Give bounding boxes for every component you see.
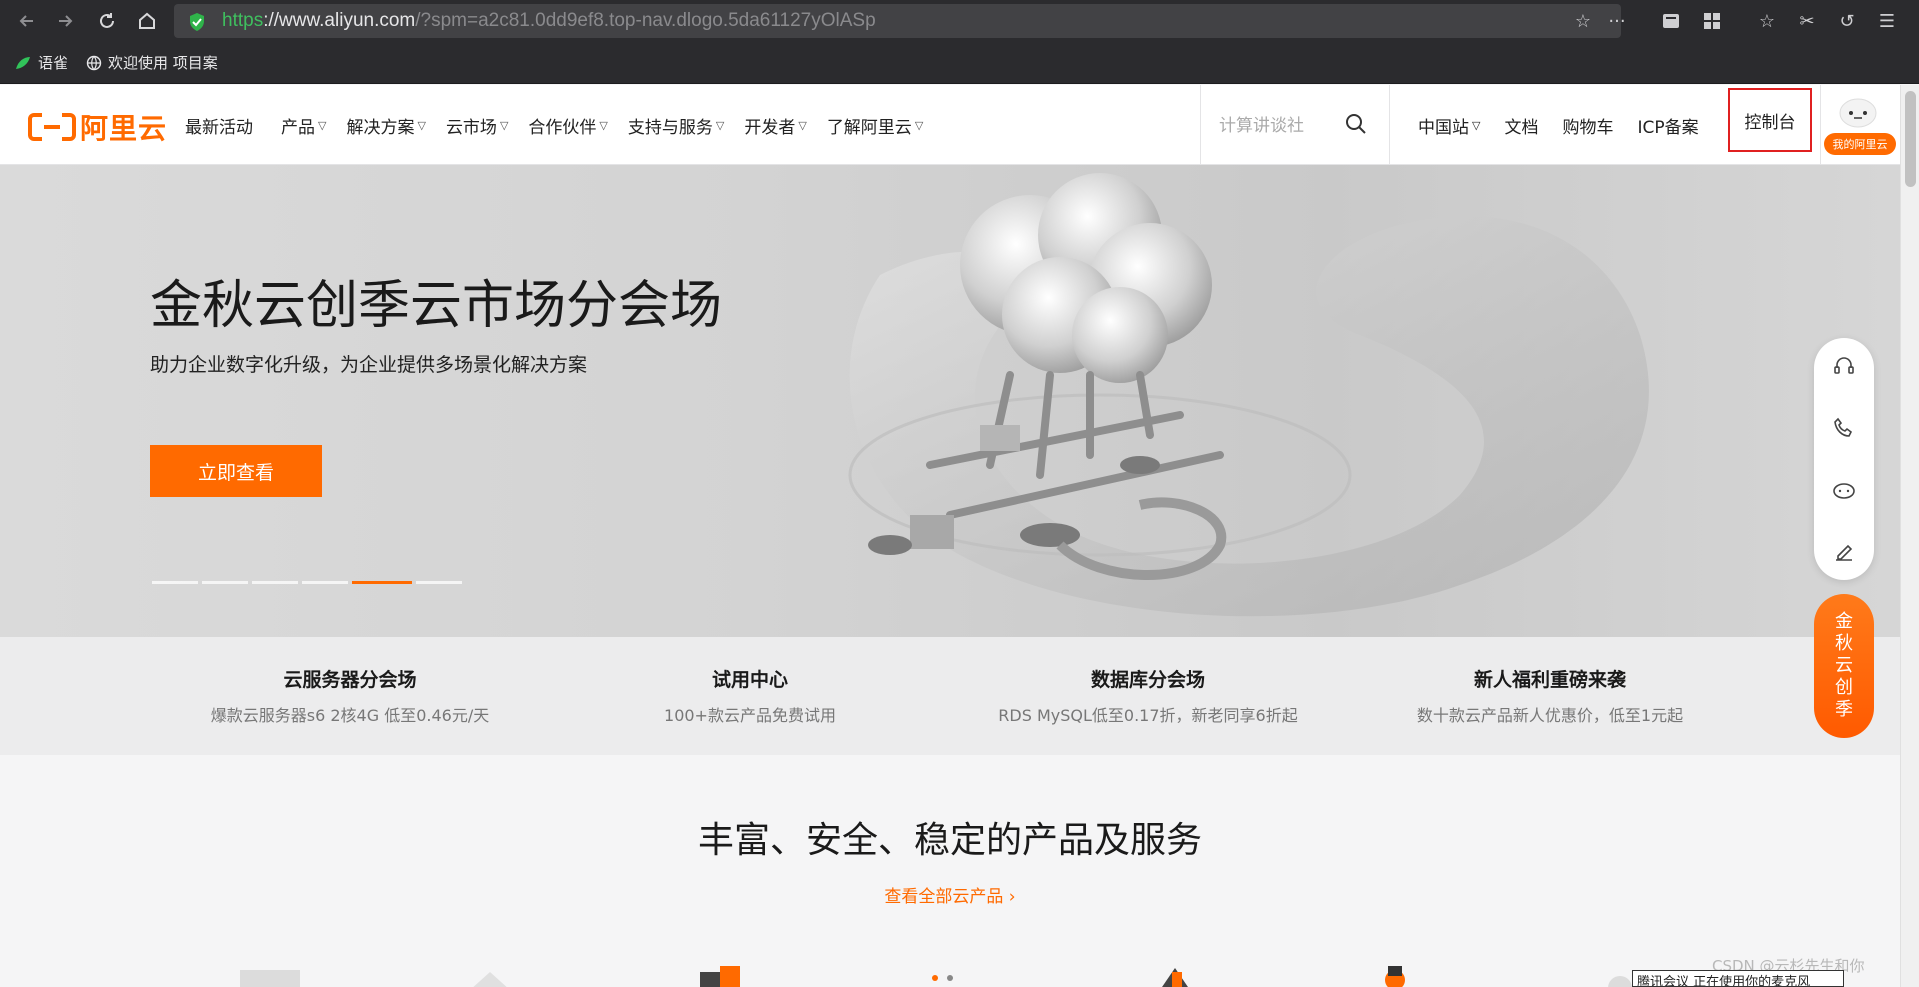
apps-grid-icon[interactable]	[1697, 6, 1727, 36]
chevron-down-icon: ▽	[798, 119, 807, 132]
autumn-promo-float[interactable]: 金 秋 云 创 季	[1814, 594, 1874, 738]
nav-about[interactable]: 了解阿里云 ▽	[827, 113, 923, 138]
url-text: https://www.aliyun.com/?spm=a2c81.0dd9ef…	[222, 10, 876, 31]
carousel-dot[interactable]	[302, 581, 348, 584]
nav-products[interactable]: 产品 ▽	[281, 113, 326, 138]
see-all-products-link[interactable]: 查看全部云产品 ›	[0, 882, 1900, 907]
chevron-down-icon: ▽	[1472, 119, 1481, 132]
products-section: 丰富、安全、稳定的产品及服务 查看全部云产品 ›	[0, 755, 1900, 987]
page-scrollbar[interactable]	[1900, 85, 1919, 987]
chevron-down-icon: ▽	[417, 119, 426, 132]
chevron-down-icon: ▽	[599, 119, 608, 132]
chevron-down-icon: ▽	[499, 119, 509, 132]
secure-shield-icon	[190, 13, 204, 31]
hero-title: 金秋云创季云市场分会场	[150, 276, 723, 336]
console-link[interactable]: 控制台	[1728, 88, 1812, 152]
bookmarks-bar: 语雀 欢迎使用 项目案	[0, 42, 1919, 84]
logo-text: 阿里云	[80, 112, 168, 145]
globe-icon	[86, 55, 102, 70]
promo-newcomer[interactable]: 新人福利重磅来袭 数十款云产品新人优惠价，低至1元起	[1390, 665, 1710, 726]
site-header: 阿里云 最新活动 产品 ▽ 解决方案 ▽ 云市场 ▽ 合作伙伴 ▽ 支持与服务 ▽ 开发者…	[0, 85, 1900, 165]
headset-icon[interactable]	[1832, 354, 1856, 378]
nav-cart[interactable]: 购物车	[1562, 113, 1613, 138]
promo-ecs[interactable]: 云服务器分会场 爆款云服务器s6 2核4G 低至0.46元/天	[190, 665, 510, 726]
carousel-indicators	[152, 581, 462, 584]
mic-usage-toast: 腾讯会议 正在使用你的麦克风	[1632, 970, 1844, 987]
hero-cloud-illustration	[848, 173, 1649, 617]
nav-docs[interactable]: 文档	[1504, 113, 1538, 138]
search-input[interactable]: 计算讲谈社	[1219, 111, 1304, 136]
nav-latest[interactable]: 最新活动	[185, 113, 253, 138]
header-divider	[1820, 85, 1821, 165]
hero-subtitle: 助力企业数字化升级，为企业提供多场景化解决方案	[150, 354, 588, 376]
bookmark-yuque[interactable]: 语雀	[14, 52, 68, 73]
nav-developer[interactable]: 开发者 ▽	[744, 113, 806, 138]
phone-icon[interactable]	[1832, 416, 1856, 440]
undo-icon[interactable]: ↺	[1832, 6, 1862, 36]
aliyun-logo[interactable]: 阿里云	[28, 107, 167, 147]
floating-toolbar	[1814, 338, 1874, 580]
aliyun-logo-icon	[28, 113, 76, 141]
search-box[interactable]: 计算讲谈社	[1200, 85, 1390, 165]
carousel-dot-active[interactable]	[352, 581, 412, 584]
nav-china-site[interactable]: 中国站 ▽	[1418, 113, 1480, 138]
carousel-dot[interactable]	[416, 581, 462, 584]
scissors-icon[interactable]: ✂	[1792, 6, 1822, 36]
view-now-button[interactable]: 立即查看	[150, 445, 322, 497]
chevron-down-icon: ▽	[914, 119, 924, 132]
promo-strip: 云服务器分会场 爆款云服务器s6 2核4G 低至0.46元/天 试用中心 100…	[0, 637, 1900, 755]
hero-banner: 金秋云创季云市场分会场 助力企业数字化升级，为企业提供多场景化解决方案 立即查看	[0, 165, 1900, 637]
right-nav: 中国站 ▽ 文档 购物车 ICP备案	[1418, 113, 1723, 138]
browser-toolbar: https://www.aliyun.com/?spm=a2c81.0dd9ef…	[0, 0, 1919, 42]
reader-icon[interactable]	[1656, 6, 1686, 36]
promo-database[interactable]: 数据库分会场 RDS MySQL低至0.17折，新老同享6折起	[988, 665, 1308, 726]
yuque-logo-icon	[16, 56, 30, 69]
promo-trial[interactable]: 试用中心 100+款云产品免费试用	[590, 665, 910, 726]
bookmark-project[interactable]: 欢迎使用 项目案	[86, 52, 218, 73]
edit-icon[interactable]	[1832, 540, 1856, 564]
forward-icon[interactable]	[50, 6, 80, 36]
address-bar[interactable]: https://www.aliyun.com/?spm=a2c81.0dd9ef…	[174, 4, 1626, 38]
section-title: 丰富、安全、稳定的产品及服务	[697, 820, 1202, 861]
product-icons-row	[240, 966, 1632, 987]
nav-partners[interactable]: 合作伙伴 ▽	[528, 113, 607, 138]
main-nav: 最新活动 产品 ▽ 解决方案 ▽ 云市场 ▽ 合作伙伴 ▽ 支持与服务 ▽ 开发者 ▽ 了解…	[185, 113, 943, 138]
chatbot-icon[interactable]	[1832, 478, 1856, 502]
carousel-dot[interactable]	[152, 581, 198, 584]
my-aliyun-badge[interactable]: 我的阿里云	[1824, 133, 1896, 155]
star-icon[interactable]: ☆	[1568, 6, 1598, 36]
carousel-dot[interactable]	[202, 581, 248, 584]
avatar[interactable]	[1838, 95, 1878, 129]
carousel-dot[interactable]	[252, 581, 298, 584]
menu-icon[interactable]: ☰	[1872, 6, 1902, 36]
chevron-down-icon: ▽	[318, 119, 327, 132]
chevron-down-icon: ▽	[715, 119, 725, 132]
chevron-right-icon: ›	[1008, 887, 1016, 907]
nav-icp[interactable]: ICP备案	[1637, 113, 1698, 138]
reload-icon[interactable]	[92, 6, 122, 36]
more-icon[interactable]: ···	[1602, 6, 1632, 36]
search-icon[interactable]	[1345, 113, 1367, 135]
scrollbar-thumb[interactable]	[1905, 91, 1916, 187]
home-icon[interactable]	[132, 6, 162, 36]
nav-support[interactable]: 支持与服务 ▽	[628, 113, 724, 138]
back-icon[interactable]	[12, 6, 42, 36]
nav-marketplace[interactable]: 云市场 ▽	[446, 113, 508, 138]
nav-solutions[interactable]: 解决方案 ▽	[346, 113, 425, 138]
favorites-list-icon[interactable]: ☆	[1752, 6, 1782, 36]
cloud-shape	[960, 173, 1212, 383]
